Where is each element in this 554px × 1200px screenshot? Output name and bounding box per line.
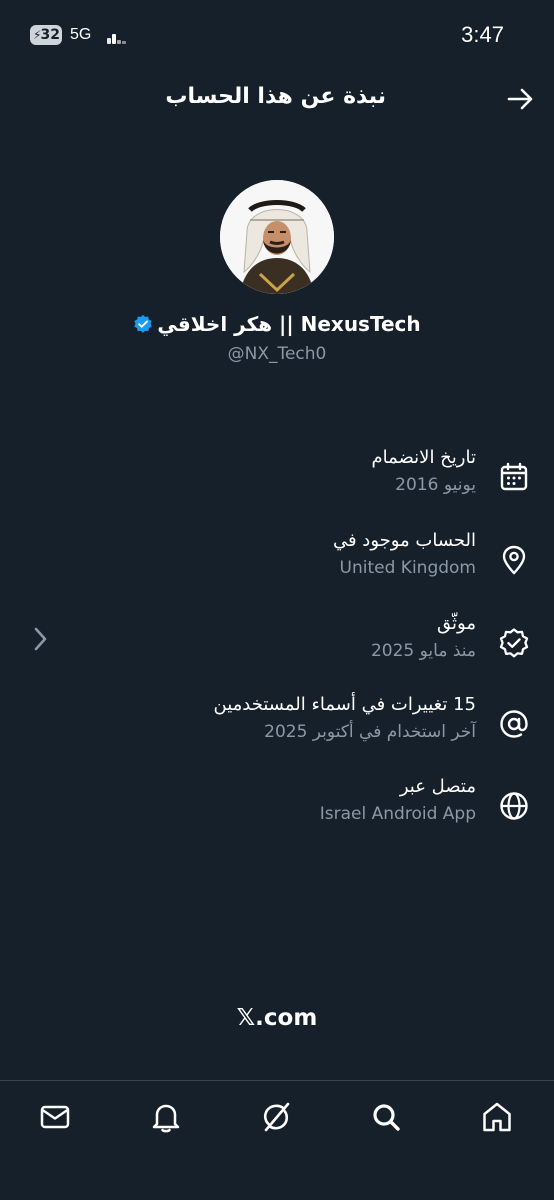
globe-icon <box>500 792 528 820</box>
info-item-username-changes: 15 تغييرات في أسماء المستخدمين آخر استخد… <box>0 694 554 764</box>
signal-icon <box>107 28 127 44</box>
verified-badge-icon <box>134 314 153 333</box>
avatar[interactable] <box>220 180 334 294</box>
bottom-nav <box>0 1080 554 1200</box>
info-subtitle: Israel Android App <box>319 804 476 824</box>
info-title: الحساب موجود في <box>332 530 476 551</box>
info-item-connected-via: متصل عبر Israel Android App <box>0 776 554 846</box>
search-icon <box>373 1104 400 1131</box>
info-item-join-date: تاريخ الانضمام يونيو 2016 <box>0 447 554 517</box>
nav-search[interactable] <box>368 1099 404 1135</box>
charging-icon: ⚡ <box>33 28 42 42</box>
info-item-location: الحساب موجود في United Kingdom <box>0 530 554 600</box>
at-sign-icon <box>500 710 528 738</box>
location-pin-icon <box>502 545 526 575</box>
status-time: 3:47 <box>461 22 504 47</box>
profile-name-row: هكر اخلاقي || NexusTech <box>0 312 554 336</box>
arrow-right-icon <box>507 88 533 110</box>
username-handle: @NX_Tech0 <box>227 344 327 364</box>
info-subtitle: منذ مايو 2025 <box>370 641 476 661</box>
info-title: موثّق <box>437 613 476 634</box>
x-com-link[interactable]: 𝕏.com <box>0 1005 554 1031</box>
info-title: 15 تغييرات في أسماء المستخدمين <box>213 694 477 715</box>
nav-messages[interactable] <box>37 1099 73 1135</box>
info-item-verified[interactable]: موثّق منذ مايو 2025 <box>0 613 554 683</box>
network-type: 5G <box>70 26 92 43</box>
status-bar: ⚡ 32 5G 3:47 <box>0 0 554 70</box>
page-title: نبذة عن هذا الحساب <box>165 84 386 109</box>
header: نبذة عن هذا الحساب <box>0 78 554 122</box>
info-title: متصل عبر <box>399 776 476 797</box>
battery-level: 32 <box>40 27 60 43</box>
bell-icon <box>152 1104 180 1133</box>
info-title: تاريخ الانضمام <box>371 447 476 468</box>
home-icon <box>483 1102 511 1132</box>
grok-icon <box>263 1102 290 1132</box>
battery-indicator: ⚡ 32 <box>30 25 62 45</box>
info-subtitle: United Kingdom <box>339 558 476 578</box>
info-subtitle: يونيو 2016 <box>395 475 476 495</box>
nav-home[interactable] <box>479 1099 515 1135</box>
calendar-icon <box>500 462 528 491</box>
chevron-left-icon <box>34 627 47 651</box>
avatar-image <box>220 180 334 294</box>
nav-grok[interactable] <box>258 1099 294 1135</box>
info-subtitle: آخر استخدام في أكتوبر 2025 <box>264 722 476 742</box>
nav-notifications[interactable] <box>148 1099 184 1135</box>
back-button[interactable] <box>504 82 538 116</box>
mail-icon <box>40 1105 70 1129</box>
display-name: هكر اخلاقي || NexusTech <box>157 312 421 336</box>
verified-badge-icon <box>499 628 529 658</box>
